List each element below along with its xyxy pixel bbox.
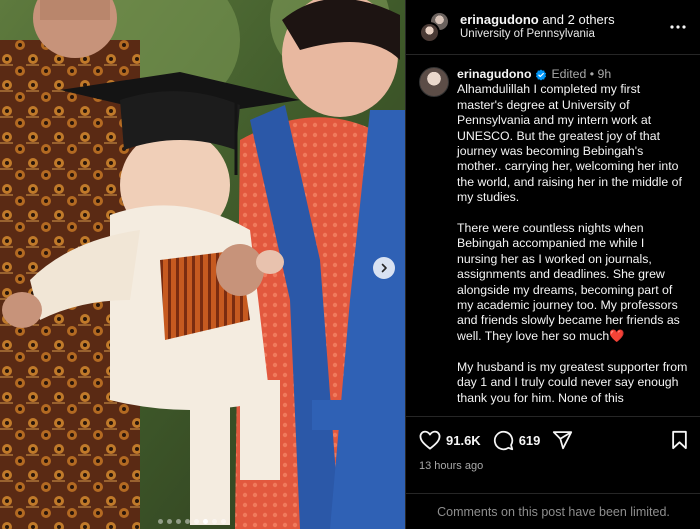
carousel-dot (176, 519, 181, 524)
avatar[interactable] (419, 22, 440, 43)
carousel-dot (194, 519, 199, 524)
more-icon (670, 25, 686, 29)
header-location[interactable]: University of Pennsylvania (460, 27, 668, 42)
caption-paragraph: There were countless nights when Bebinga… (457, 221, 680, 343)
comment-count[interactable]: 619 (519, 433, 541, 448)
caption-meta: Edited • 9h (551, 67, 612, 81)
comment-button[interactable]: 619 (493, 430, 553, 451)
carousel-dots (158, 519, 226, 524)
caption-paragraph: Alhamdulillah I completed my first maste… (457, 82, 682, 205)
chevron-right-icon (381, 263, 387, 273)
carousel-dot (221, 519, 226, 524)
carousel-dot (167, 519, 172, 524)
comment-icon (493, 430, 513, 450)
post-details-panel: erinagudono and 2 others University of P… (405, 0, 700, 529)
bookmark-icon (672, 430, 687, 450)
carousel-dot (212, 519, 217, 524)
header-authors: erinagudono and 2 others (460, 12, 668, 27)
post-header: erinagudono and 2 others University of P… (406, 0, 700, 55)
avatar[interactable] (419, 67, 449, 97)
more-options-button[interactable] (668, 17, 688, 37)
carousel-dot (185, 519, 190, 524)
caption-paragraph: My husband is my greatest supporter from… (457, 359, 688, 405)
header-text: erinagudono and 2 others University of P… (460, 12, 668, 42)
caption-area: erinagudono Edited • 9h Alhamdulillah I … (406, 55, 700, 416)
carousel-next-button[interactable] (373, 257, 395, 279)
caption: erinagudono Edited • 9h Alhamdulillah I … (457, 67, 688, 416)
carousel-dot (158, 519, 163, 524)
collaborator-avatars[interactable] (419, 11, 451, 43)
post-photo[interactable] (0, 0, 405, 529)
header-and-others[interactable]: and 2 others (539, 12, 614, 27)
comments-limited-notice: Comments on this post have been limited. (406, 493, 700, 529)
heart-icon (419, 430, 441, 450)
share-button[interactable] (552, 430, 573, 450)
caption-username[interactable]: erinagudono (457, 67, 531, 82)
save-button[interactable] (671, 430, 688, 450)
verified-icon (536, 69, 547, 81)
action-bar: 91.6K 619 13 hours ago (406, 416, 700, 472)
share-icon (553, 431, 573, 450)
photo-image (0, 0, 405, 529)
carousel-dot (203, 519, 208, 524)
post-timestamp[interactable]: 13 hours ago (419, 460, 688, 472)
like-button[interactable]: 91.6K (419, 430, 493, 450)
header-username[interactable]: erinagudono (460, 12, 539, 27)
like-count[interactable]: 91.6K (446, 433, 481, 448)
